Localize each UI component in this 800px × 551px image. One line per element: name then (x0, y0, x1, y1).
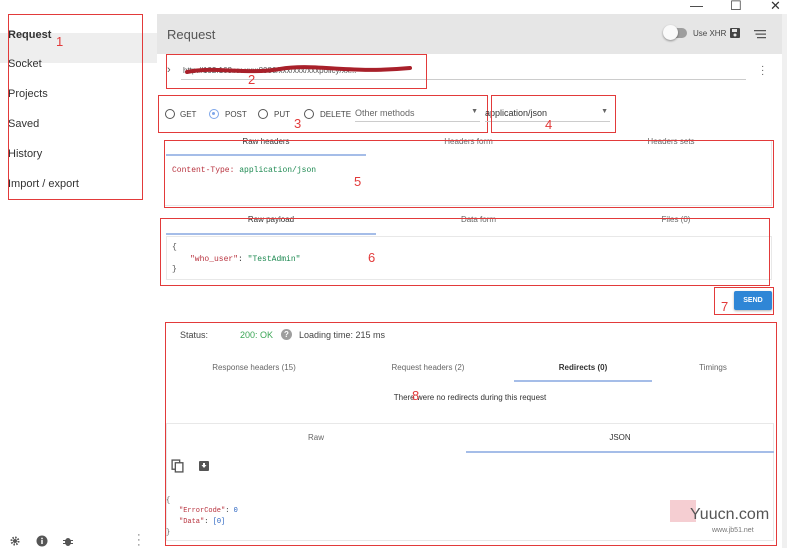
annotation-number-5: 5 (354, 174, 362, 189)
close-icon[interactable]: ✕ (770, 0, 781, 14)
watermark-brand: Yuucn.com (690, 506, 770, 523)
save-icon[interactable] (729, 27, 741, 39)
watermark-sub: www.jb51.net (712, 527, 754, 534)
menu-icon[interactable] (754, 29, 766, 39)
page-title: Request (167, 27, 216, 42)
annotation-number-1: 1 (56, 34, 64, 49)
annotation-box-3 (158, 95, 488, 133)
annotation-box-2 (166, 54, 427, 89)
use-xhr-toggle[interactable] (663, 25, 687, 40)
annotation-box-5 (164, 140, 774, 208)
use-xhr-label: Use XHR (693, 29, 727, 38)
minimize-icon[interactable]: — (690, 0, 703, 13)
bug-icon[interactable] (62, 535, 74, 547)
annotation-number-3: 3 (294, 116, 302, 131)
annotation-number-2: 2 (248, 72, 256, 87)
app-header: Request Use XHR (157, 14, 782, 54)
more-vert-icon[interactable]: · · · (137, 530, 141, 551)
gear-icon[interactable] (9, 535, 21, 547)
maximize-icon[interactable]: ☐ (730, 0, 742, 14)
url-more-icon[interactable]: · · · (761, 62, 764, 80)
info-icon[interactable] (36, 535, 48, 547)
annotation-box-4 (491, 95, 616, 133)
annotation-box-1 (8, 14, 143, 200)
annotation-box-6 (160, 218, 770, 286)
window-controls: — ☐ ✕ (670, 0, 800, 14)
annotation-number-4: 4 (545, 117, 553, 132)
annotation-number-6: 6 (368, 250, 376, 265)
scrollbar[interactable] (782, 14, 787, 548)
annotation-number-7: 7 (721, 299, 729, 314)
